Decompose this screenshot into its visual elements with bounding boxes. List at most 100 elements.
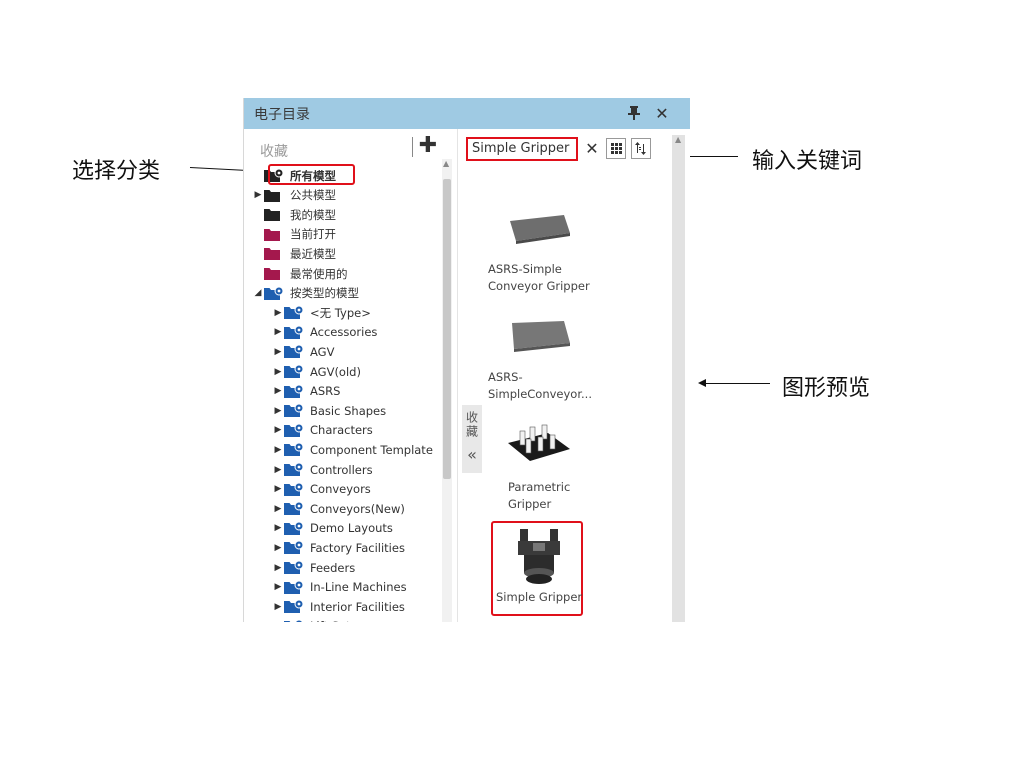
tree-item-label: AGV(old) bbox=[310, 364, 361, 379]
caret-right-icon[interactable]: ▶ bbox=[272, 504, 284, 514]
side-tab-label: 收藏 bbox=[464, 411, 479, 439]
close-icon[interactable]: ✕ bbox=[653, 103, 671, 123]
result-item[interactable]: ASRS- SimpleConveyor... bbox=[488, 317, 608, 403]
caret-right-icon[interactable]: ▶ bbox=[272, 406, 284, 416]
tree-item[interactable]: ▶ Controllers bbox=[272, 460, 373, 479]
scroll-up-icon[interactable]: ▲ bbox=[443, 159, 449, 168]
tree-item-label: <无 Type> bbox=[310, 305, 371, 320]
tree-item[interactable]: ▶ Characters bbox=[272, 421, 373, 440]
caret-right-icon[interactable]: ▶ bbox=[252, 190, 264, 200]
favorites-label: 收藏 bbox=[260, 144, 288, 160]
caret-right-icon[interactable]: ▶ bbox=[272, 425, 284, 435]
scrollbar-thumb[interactable] bbox=[443, 179, 451, 479]
caret-right-icon[interactable]: ▶ bbox=[272, 347, 284, 357]
folder-icon bbox=[264, 228, 282, 241]
caret-right-icon[interactable]: ▶ bbox=[272, 523, 284, 533]
tree-item[interactable]: 最常使用的 bbox=[252, 264, 348, 283]
tree-item[interactable]: ▶ AGV bbox=[272, 342, 335, 361]
tree-item-label: Demo Layouts bbox=[310, 521, 393, 536]
x-icon[interactable]: ✕ bbox=[582, 139, 602, 161]
tree-item[interactable]: 我的模型 bbox=[252, 205, 336, 224]
flat-plate-thumbnail bbox=[506, 317, 626, 357]
annotation-enter-keyword: 输入关键词 bbox=[752, 149, 863, 174]
tree-item[interactable]: ▶ Accessories bbox=[272, 323, 378, 342]
tree-item[interactable]: ▶ AGV(old) bbox=[272, 362, 361, 381]
collapse-icon[interactable]: « bbox=[467, 445, 477, 464]
caret-right-icon[interactable]: ▶ bbox=[272, 327, 284, 337]
folder-gear-icon bbox=[284, 345, 304, 359]
tree-item[interactable]: ▶ Feeders bbox=[272, 558, 356, 577]
tree-item[interactable]: 最近模型 bbox=[252, 244, 336, 263]
folder-icon bbox=[264, 189, 282, 202]
tree-item[interactable]: ▶ <无 Type> bbox=[272, 303, 371, 322]
gripper-thumbnail bbox=[514, 527, 634, 587]
flat-plate-thumbnail bbox=[506, 209, 626, 249]
caret-right-icon[interactable]: ▶ bbox=[272, 602, 284, 612]
tree-item-label: Interior Facilities bbox=[310, 599, 405, 614]
result-item[interactable]: Parametric Gripper bbox=[508, 419, 628, 513]
caret-right-icon[interactable]: ▶ bbox=[272, 563, 284, 573]
results-pane: Simple Gripper ✕ ▲ 收藏 « ASRS-Simple Conv… bbox=[458, 129, 690, 622]
tree-item[interactable]: ▶ Factory Facilities bbox=[272, 538, 405, 557]
tree-item-label: 公共模型 bbox=[290, 188, 336, 203]
folder-gear-icon bbox=[284, 600, 304, 614]
result-label: ASRS- bbox=[488, 370, 523, 384]
caret-right-icon[interactable]: ▶ bbox=[272, 621, 284, 622]
folder-gear-icon bbox=[284, 325, 304, 339]
folder-gear-icon bbox=[284, 384, 304, 398]
category-scrollbar[interactable]: ▲ bbox=[442, 159, 452, 622]
caret-right-icon[interactable]: ▶ bbox=[272, 386, 284, 396]
results-scrollbar[interactable]: ▲ bbox=[672, 135, 685, 622]
folder-icon bbox=[264, 267, 282, 280]
favorites-side-tab[interactable]: 收藏 « bbox=[462, 405, 482, 473]
tree-item[interactable]: ▶ In-Line Machines bbox=[272, 578, 407, 597]
caret-right-icon[interactable]: ▶ bbox=[272, 543, 284, 553]
result-item[interactable]: ASRS-Simple Conveyor Gripper bbox=[488, 209, 608, 295]
multi-finger-gripper-thumbnail bbox=[504, 419, 624, 469]
tree-item-label: 我的模型 bbox=[290, 207, 336, 222]
folder-gear-icon bbox=[264, 286, 284, 300]
result-item[interactable]: Simple Gripper bbox=[496, 527, 616, 606]
folder-gear-icon bbox=[284, 423, 304, 437]
tree-item-label: Conveyors(New) bbox=[310, 501, 405, 516]
tree-item[interactable]: ▶ Lift Sets bbox=[272, 617, 357, 622]
tree-item[interactable]: ▶ Conveyors bbox=[272, 480, 371, 499]
search-input[interactable]: Simple Gripper bbox=[466, 137, 578, 161]
result-label: ASRS-Simple bbox=[488, 262, 562, 276]
tree-item-label: Lift Sets bbox=[310, 619, 357, 622]
tree-item[interactable]: ▶ Demo Layouts bbox=[272, 519, 393, 538]
results-scroll-up-icon[interactable]: ▲ bbox=[675, 135, 681, 144]
caret-right-icon[interactable]: ▶ bbox=[272, 367, 284, 377]
caret-right-icon[interactable]: ▶ bbox=[272, 445, 284, 455]
folder-icon bbox=[264, 247, 282, 261]
folder-gear-icon bbox=[284, 482, 304, 496]
plus-icon[interactable]: ✚ bbox=[417, 135, 439, 158]
tree-item-label: Characters bbox=[310, 423, 373, 438]
caret-right-icon[interactable]: ▶ bbox=[272, 582, 284, 592]
tree-item[interactable]: ▶ Component Template bbox=[272, 440, 433, 459]
tree-item[interactable]: ◢ 按类型的模型 bbox=[252, 284, 359, 303]
tree-item[interactable]: ▶ Basic Shapes bbox=[272, 401, 387, 420]
sort-icon[interactable] bbox=[631, 138, 651, 159]
caret-down-icon[interactable]: ◢ bbox=[252, 288, 264, 298]
tree-item[interactable]: ▶ Conveyors(New) bbox=[272, 499, 405, 518]
tree-item[interactable]: ▶ 公共模型 bbox=[252, 186, 336, 205]
tree-item-label: In-Line Machines bbox=[310, 580, 407, 595]
folder-gear-icon bbox=[284, 541, 304, 555]
caret-right-icon[interactable]: ▶ bbox=[272, 484, 284, 494]
annotation-graphic-preview: 图形预览 bbox=[782, 376, 871, 401]
folder-gear-icon bbox=[284, 502, 304, 516]
folder-gear-icon bbox=[284, 619, 304, 622]
caret-right-icon[interactable]: ▶ bbox=[272, 308, 284, 318]
tree-item[interactable]: 当前打开 bbox=[252, 225, 336, 244]
tree-item[interactable]: ▶ ASRS bbox=[272, 382, 341, 401]
tree-item[interactable]: ▶ Interior Facilities bbox=[272, 597, 405, 616]
grid-view-icon[interactable] bbox=[606, 138, 626, 159]
caret-right-icon[interactable]: ▶ bbox=[272, 465, 284, 475]
annotation-select-category: 选择分类 bbox=[72, 159, 161, 184]
result-label-line2: Conveyor Gripper bbox=[488, 279, 590, 293]
folder-gear-icon bbox=[284, 365, 304, 378]
pin-icon[interactable] bbox=[625, 103, 643, 123]
annotation-line-right-mid bbox=[706, 383, 770, 384]
tree-item-label: 最近模型 bbox=[290, 246, 336, 261]
